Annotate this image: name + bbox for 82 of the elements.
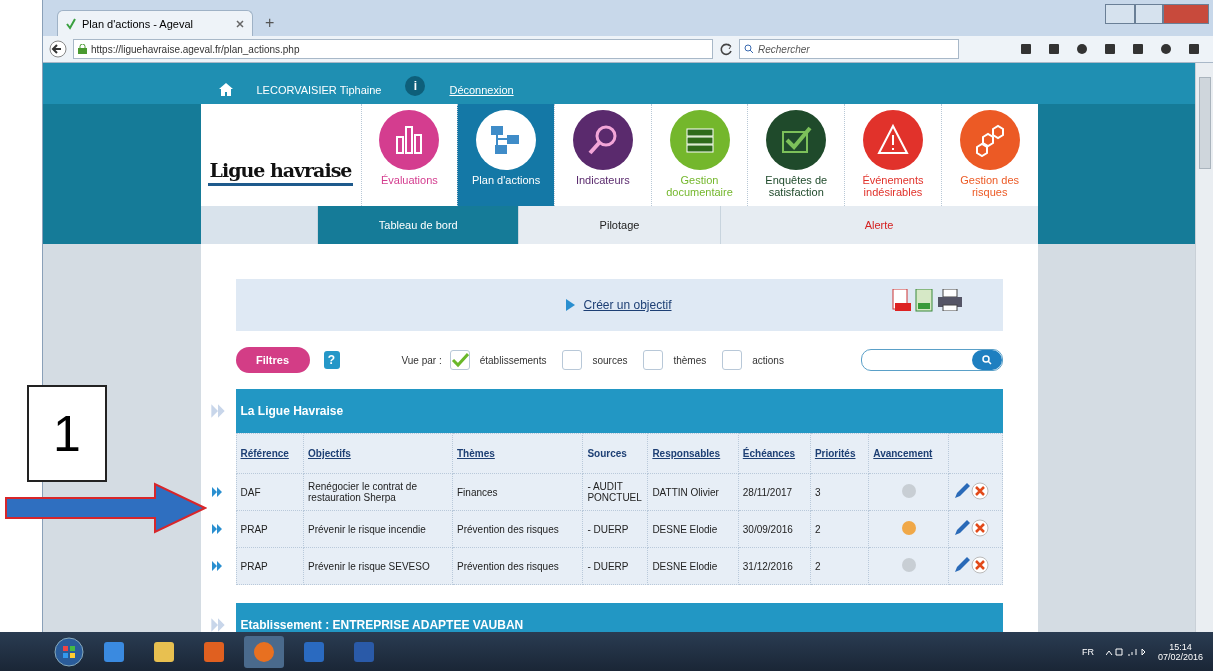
minimize-button[interactable] [1105, 4, 1135, 24]
checkbox[interactable] [562, 350, 583, 370]
checkbox-label: actions [752, 354, 784, 366]
table-cell: Finances [452, 473, 583, 511]
pencil-icon[interactable] [953, 556, 972, 574]
table-cell: 2 [810, 547, 869, 585]
table-cell: - DUERP [582, 547, 648, 585]
logo[interactable]: Ligue havraise [207, 124, 354, 186]
clock-date: 07/02/2016 [1157, 651, 1203, 662]
address-bar[interactable]: https://liguehavraise.ageval.fr/plan_actions.php [73, 39, 713, 59]
search-icon [744, 44, 754, 54]
maximize-button[interactable] [1135, 4, 1163, 24]
new-tab-button[interactable]: + [259, 14, 281, 36]
column-header[interactable]: Thèmes [452, 433, 583, 474]
checkmark-icon [450, 352, 469, 368]
filters-button[interactable]: Filtres [235, 347, 310, 373]
module-tab[interactable]: Plan d'actions [457, 104, 554, 206]
table-cell: Prévenir le risque SEVESO [303, 547, 453, 585]
scrollbar[interactable] [1195, 63, 1213, 632]
column-header[interactable]: Responsables [647, 433, 739, 474]
pencil-icon[interactable] [953, 519, 972, 537]
table-cell: 28/11/2017 [738, 473, 811, 511]
reload-icon[interactable] [719, 42, 733, 56]
browser-tab[interactable]: Plan d'actions - Ageval [57, 10, 253, 36]
table-cell: DATTIN Olivier [647, 473, 739, 511]
clock-time: 15:14 [1169, 641, 1192, 652]
printer-icon[interactable] [936, 289, 963, 311]
pdf-icon[interactable] [890, 289, 911, 313]
view-by-label: Vue par : [401, 354, 442, 366]
back-button[interactable] [49, 40, 67, 58]
table-cell: Renégocier le contrat de restauration Sherpa [303, 473, 453, 511]
column-header[interactable]: Objectifs [303, 433, 453, 474]
table-cell: DESNE Elodie [647, 547, 739, 585]
checkbox[interactable] [722, 350, 743, 370]
group-header: La Ligue Havraise [235, 389, 1003, 433]
table-cell: Prévention des risques [452, 547, 583, 585]
table-cell: 3 [810, 473, 869, 511]
table-cell: Prévenir le risque incendie [303, 510, 453, 548]
warning-icon [875, 123, 910, 157]
table-cell: 2 [810, 510, 869, 548]
checkbox-label: établissements [479, 354, 547, 366]
table-cell: - DUERP [582, 510, 648, 548]
callout-number: 1 [27, 385, 107, 482]
search-field[interactable]: Rechercher [739, 39, 959, 59]
column-header[interactable]: Référence [236, 433, 304, 474]
url-text: https://liguehavraise.ageval.fr/plan_actions.php [91, 43, 301, 55]
delete-icon[interactable] [971, 556, 990, 574]
checkbox[interactable] [449, 350, 470, 370]
play-icon [566, 299, 576, 311]
tray-icons[interactable] [1105, 646, 1146, 657]
checkbox[interactable] [643, 350, 664, 370]
info-button[interactable]: i [405, 76, 426, 96]
column-header[interactable]: Échéances [738, 433, 811, 474]
padlock-icon [78, 44, 87, 54]
create-objective-link[interactable]: Créer un objectif [583, 298, 672, 312]
user-name: LECORVAISIER Tiphaine [256, 84, 382, 96]
logout-link[interactable]: Déconnexion [449, 84, 514, 96]
column-header[interactable]: Sources [582, 433, 648, 474]
column-header[interactable]: Priorités [810, 433, 869, 474]
search-placeholder: Rechercher [758, 43, 810, 55]
double-chevron-icon[interactable] [210, 523, 223, 535]
close-icon[interactable] [236, 19, 244, 28]
column-header[interactable]: Avancement [868, 433, 949, 474]
table-cell: Prévention des risques [452, 510, 583, 548]
table-cell: - AUDIT PONCTUEL [582, 473, 648, 511]
checkbox-label: thèmes [673, 354, 707, 366]
sub-tab[interactable]: Tableau de bord [317, 206, 519, 244]
table-cell: DESNE Elodie [647, 510, 739, 548]
delete-icon[interactable] [971, 519, 990, 537]
table-cell: 30/09/2016 [738, 510, 811, 548]
table-cell: 31/12/2016 [738, 547, 811, 585]
checkmark-icon [66, 17, 76, 30]
double-chevron-icon[interactable] [210, 486, 223, 498]
group-header: Etablissement : ENTREPRISE ADAPTEE VAUBAN [235, 603, 1003, 632]
pencil-icon[interactable] [953, 482, 972, 500]
search-icon[interactable] [981, 355, 992, 365]
double-chevron-icon[interactable] [210, 560, 223, 572]
start-button[interactable] [54, 636, 84, 667]
language-indicator[interactable]: FR [1081, 646, 1094, 657]
search-field[interactable] [860, 349, 1003, 371]
delete-icon[interactable] [971, 482, 990, 500]
checkbox-label: sources [592, 354, 628, 366]
